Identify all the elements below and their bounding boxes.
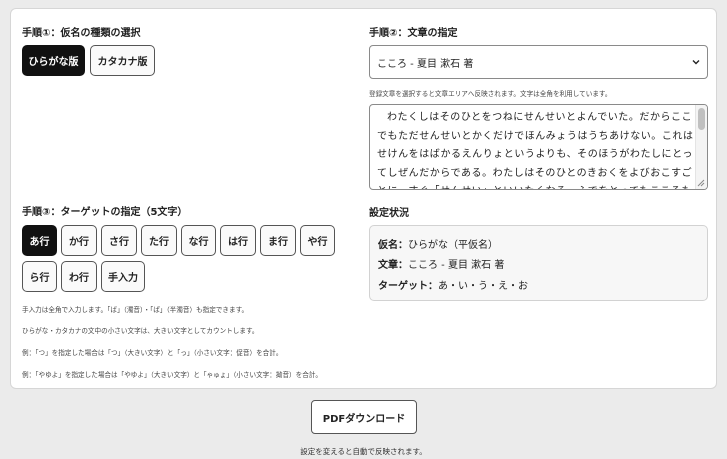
step3-note-3: 例：「つ」を指定した場合は「つ」（大きい文字）と「っ」（小さい文字：促音）を合計… — [22, 349, 283, 357]
text-area-content: わたくしはそのひとをつねにせんせいとよんでいた。だからここでもただせんせいとかく… — [377, 112, 694, 189]
step3-title: 手順③：ターゲットの指定（5文字） — [22, 207, 188, 218]
target-ra-row-button[interactable]: ら行 — [22, 261, 57, 292]
footer-note: 設定を変えると自動で反映されます。 — [300, 447, 427, 456]
status-target-key: ターゲット： — [378, 281, 438, 292]
pdf-download-button[interactable]: PDFダウンロード — [311, 400, 417, 434]
step3-note-1: 手入力は全角で入力します。「ば」（濁音）・「ぱ」（半濁音）も指定できます。 — [22, 306, 249, 314]
status-kana-value: ひらがな（平仮名） — [408, 240, 498, 251]
status-kana-key: 仮名： — [378, 240, 408, 251]
target-ya-row-button[interactable]: や行 — [300, 225, 335, 256]
text-area-scrollbar[interactable] — [695, 105, 707, 189]
target-ka-row-button[interactable]: か行 — [61, 225, 97, 256]
status-box: 仮名：ひらがな（平仮名） 文章：こころ - 夏目 漱石 著 ターゲット：あ・い・… — [369, 225, 708, 301]
target-a-row-button[interactable]: あ行 — [22, 225, 57, 256]
text-select[interactable]: こころ - 夏目 漱石 著 — [369, 45, 708, 79]
status-text-value: こころ - 夏目 漱石 著 — [408, 260, 505, 271]
target-wa-row-button[interactable]: わ行 — [61, 261, 97, 292]
step3-note-2: ひらがな・カタカナの文中の小さい文字は、大きい文字としてカウントします。 — [22, 327, 259, 335]
target-na-row-button[interactable]: な行 — [181, 225, 216, 256]
target-sa-row-button[interactable]: さ行 — [101, 225, 137, 256]
text-select-note: 登録文章を選択すると文章エリアへ反映されます。文字は全角を利用しています。 — [369, 90, 612, 98]
step2-title: 手順②：文章の指定 — [369, 28, 458, 39]
chevron-down-icon — [692, 60, 700, 65]
scrollbar-thumb[interactable] — [698, 108, 705, 130]
status-title: 設定状況 — [369, 208, 409, 219]
target-manual-button[interactable]: 手入力 — [101, 261, 145, 292]
status-target-value: あ・い・う・え・お — [438, 281, 528, 292]
settings-panel: 手順①：仮名の種類の選択 ひらがな版 カタカナ版 手順②：文章の指定 こころ -… — [10, 8, 717, 389]
status-kana: 仮名：ひらがな（平仮名） — [378, 236, 498, 251]
hiragana-button[interactable]: ひらがな版 — [22, 45, 85, 76]
step3-note-4: 例：「やゆよ」を指定した場合は「やゆよ」（大きい文字）と「ゃゅょ」（小さい文字：… — [22, 371, 323, 379]
target-ha-row-button[interactable]: は行 — [220, 225, 256, 256]
step1-title: 手順①：仮名の種類の選択 — [22, 28, 141, 39]
katakana-button[interactable]: カタカナ版 — [90, 45, 155, 76]
target-ta-row-button[interactable]: た行 — [141, 225, 177, 256]
text-select-value: こころ - 夏目 漱石 著 — [377, 58, 474, 70]
status-text-key: 文章： — [378, 260, 408, 271]
status-target: ターゲット：あ・い・う・え・お — [378, 277, 528, 292]
status-text: 文章：こころ - 夏目 漱石 著 — [378, 256, 504, 271]
resize-handle-icon[interactable] — [696, 178, 705, 187]
text-area[interactable]: わたくしはそのひとをつねにせんせいとよんでいた。だからここでもただせんせいとかく… — [369, 104, 708, 190]
target-ma-row-button[interactable]: ま行 — [260, 225, 296, 256]
